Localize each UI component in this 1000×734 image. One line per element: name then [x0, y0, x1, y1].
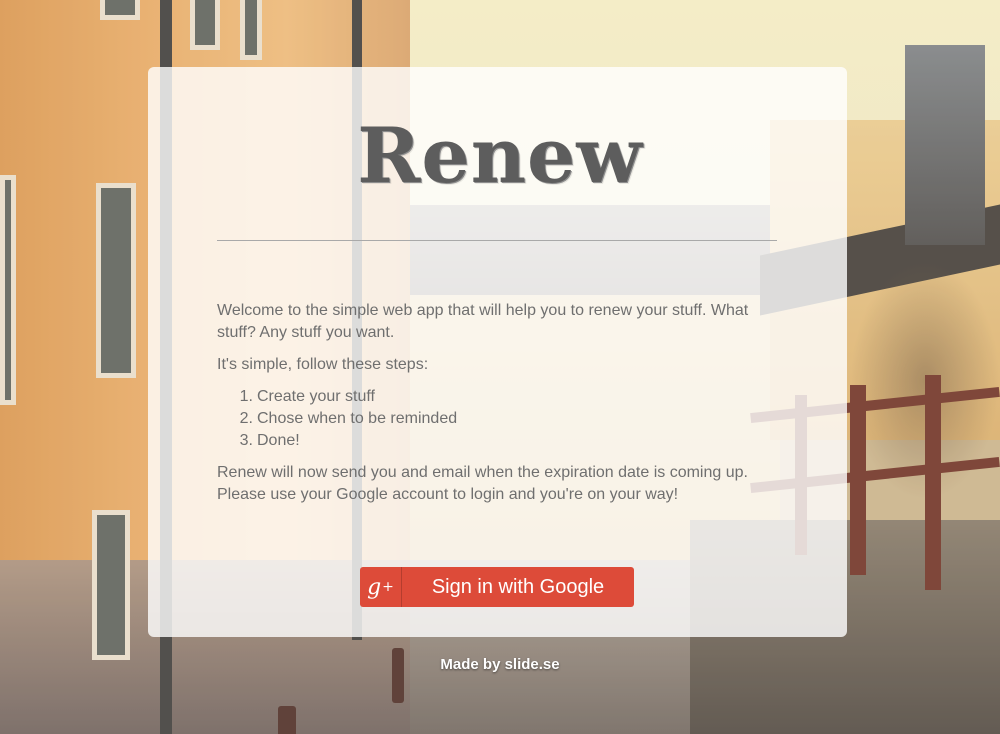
google-plus-icon-letter: g [367, 574, 382, 600]
google-signin-button[interactable]: g + Sign in with Google [360, 567, 634, 607]
step-number: 2. [239, 410, 253, 427]
google-signin-label: Sign in with Google [431, 575, 605, 598]
outro-text: Renew will now send you and email when t… [217, 464, 748, 503]
list-item: 2. Chose when to be reminded [240, 408, 777, 430]
google-plus-icon: g + [360, 567, 402, 607]
step-text: Chose when to be reminded [257, 410, 458, 427]
step-text: Done! [257, 432, 300, 449]
steps-list: 1. Create your stuff 2. Chose when to be… [217, 386, 777, 452]
app-logo: Renew [357, 111, 643, 200]
list-item: 1. Create your stuff [240, 386, 777, 408]
step-number: 3. [239, 432, 253, 449]
step-number: 1. [239, 388, 253, 405]
list-item: 3. Done! [240, 430, 777, 452]
footer-credit: Made by slide.se [440, 656, 560, 673]
welcome-text: Welcome to the simple web app that will … [217, 302, 749, 341]
step-text: Create your stuff [257, 388, 375, 405]
steps-heading: It's simple, follow these steps: [217, 356, 429, 373]
google-plus-icon-plus: + [382, 579, 394, 595]
logo-divider [217, 240, 777, 241]
intro-content: Welcome to the simple web app that will … [217, 300, 777, 516]
